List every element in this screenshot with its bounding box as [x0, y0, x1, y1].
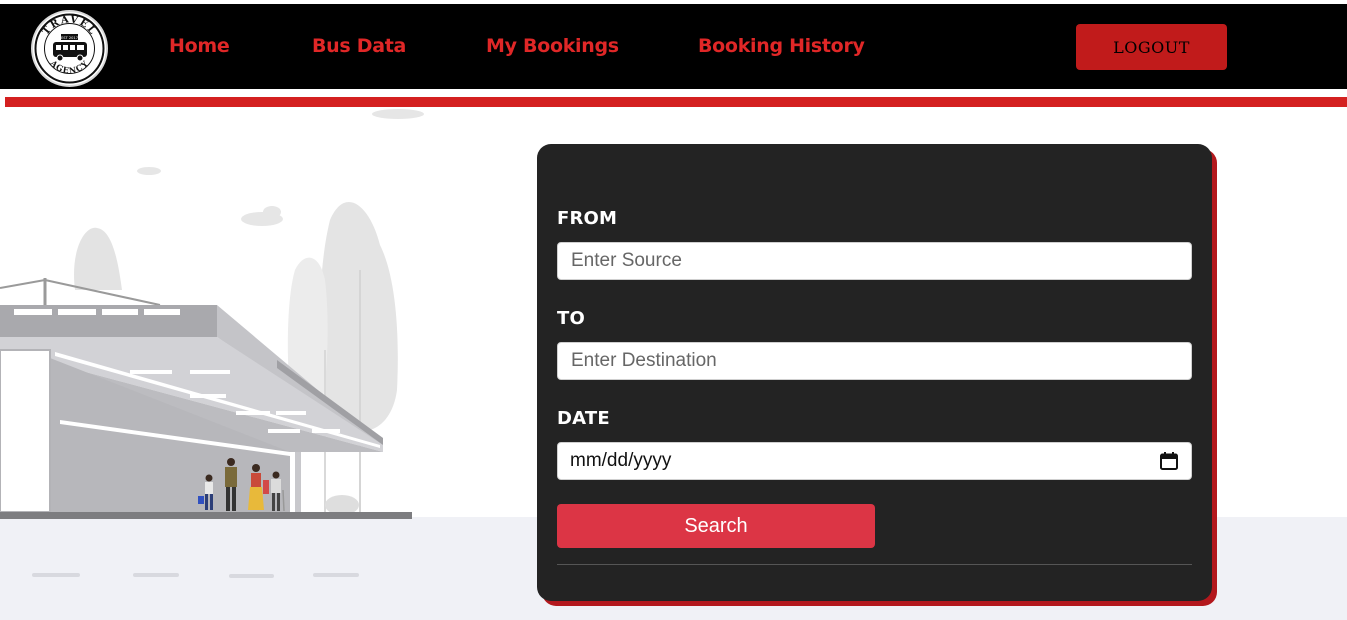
source-input[interactable] — [557, 242, 1192, 280]
tree-icon — [74, 227, 122, 290]
navbar: TRAVEL AGENCY EST 2017 Home Bus Data My … — [0, 4, 1347, 89]
cloud-icon — [372, 109, 424, 119]
tree-icon — [319, 201, 398, 431]
nav-link-bus-data[interactable]: Bus Data — [312, 35, 406, 57]
search-button[interactable]: Search — [557, 504, 875, 548]
bus-station-illustration — [0, 109, 424, 578]
destination-input[interactable] — [557, 342, 1192, 380]
card-divider — [557, 564, 1192, 565]
nav-link-home[interactable]: Home — [169, 35, 230, 57]
from-label: FROM — [557, 208, 618, 229]
logo-badge: EST 2017 — [61, 36, 78, 40]
nav-link-booking-history[interactable]: Booking History — [698, 35, 865, 57]
brand-logo[interactable]: TRAVEL AGENCY EST 2017 — [31, 10, 108, 87]
search-form: FROM TO DATE mm/dd/yyyy Search — [537, 144, 1212, 601]
date-label: DATE — [557, 408, 610, 429]
page: TRAVEL AGENCY EST 2017 Home Bus Data My … — [0, 0, 1347, 620]
logout-button[interactable]: LOGOUT — [1076, 24, 1227, 70]
date-input[interactable]: mm/dd/yyyy — [557, 442, 1192, 480]
platform — [0, 512, 412, 519]
calendar-icon[interactable] — [1159, 451, 1179, 471]
date-input-placeholder: mm/dd/yyyy — [570, 450, 672, 471]
cloud-icon — [137, 167, 161, 175]
to-label: TO — [557, 308, 585, 329]
nav-link-my-bookings[interactable]: My Bookings — [486, 35, 619, 57]
travel-agency-logo-icon: TRAVEL AGENCY EST 2017 — [34, 13, 105, 84]
